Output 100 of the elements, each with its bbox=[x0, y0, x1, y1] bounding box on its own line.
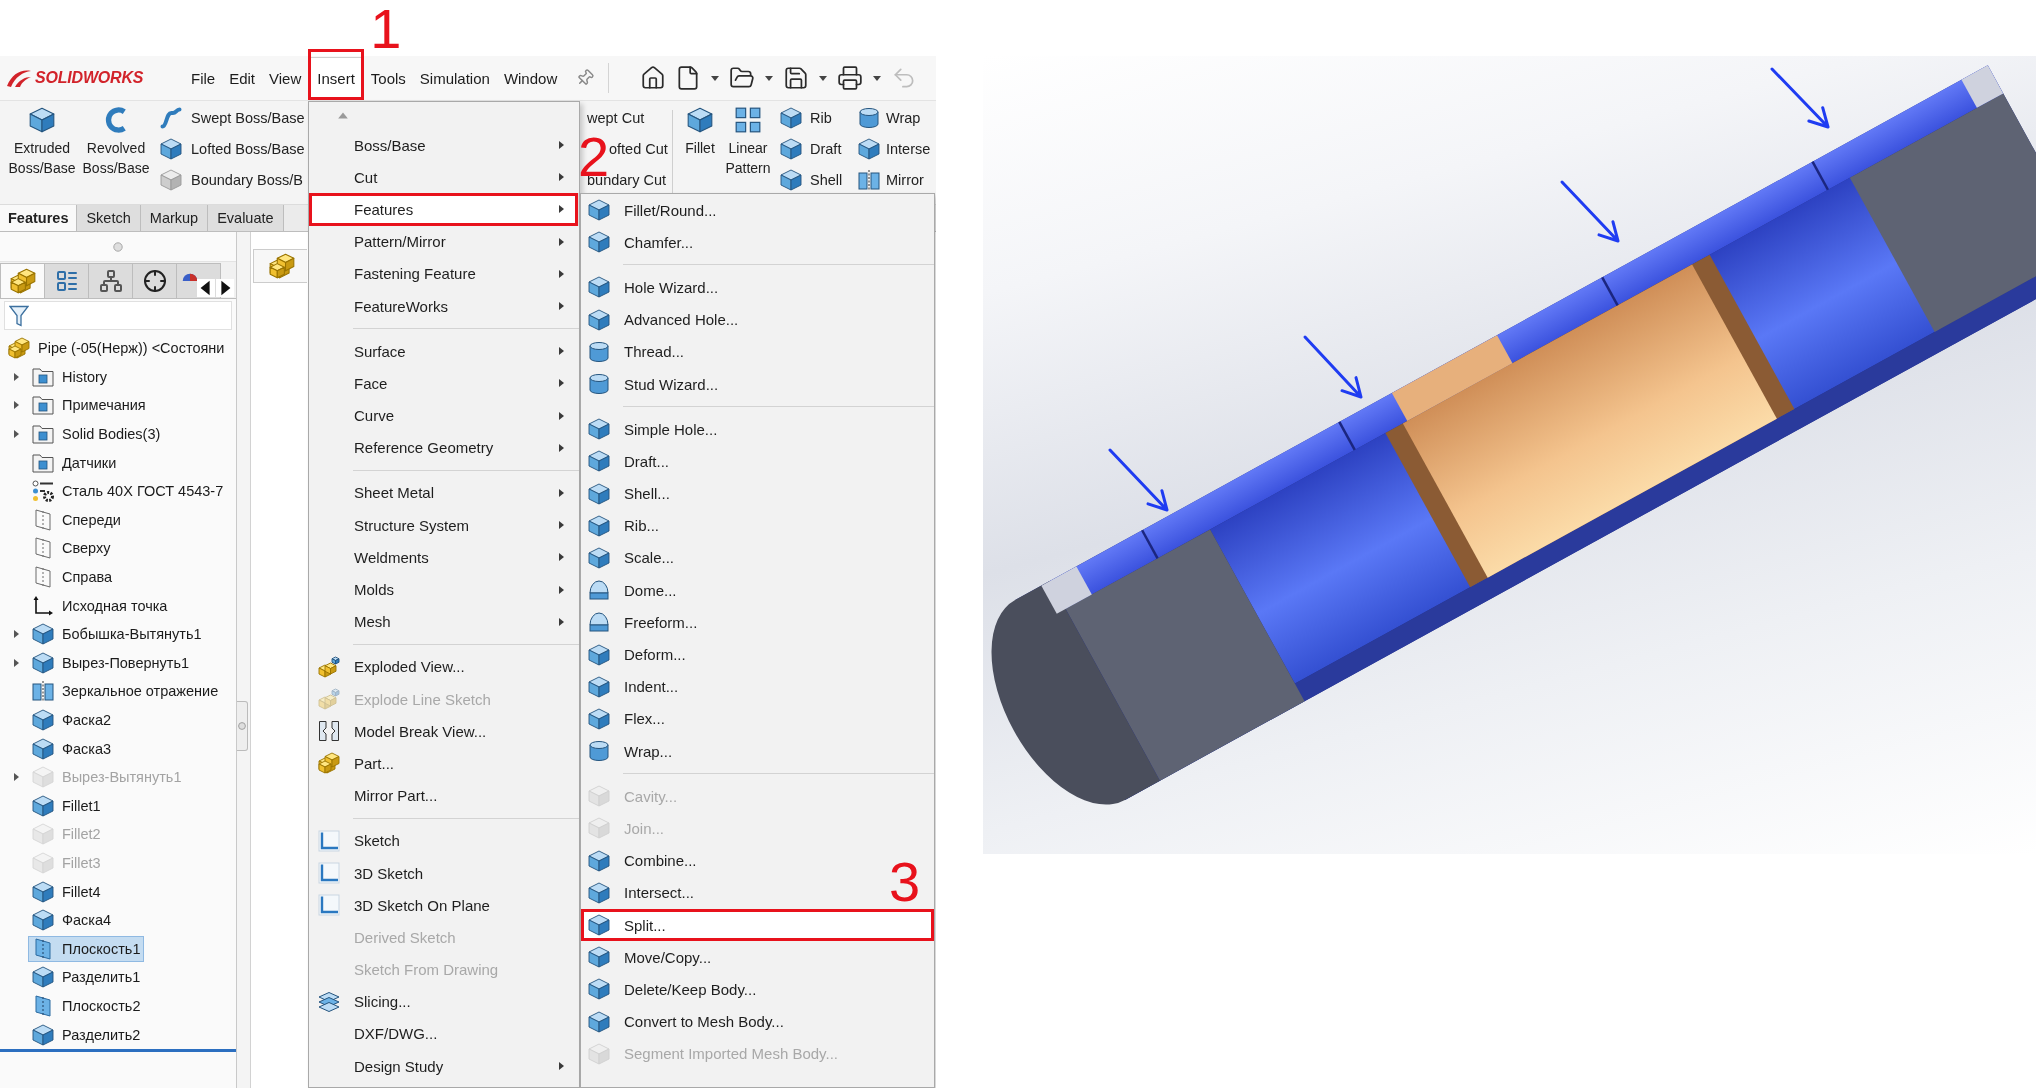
tree-item[interactable]: Зеркальное отражение bbox=[28, 678, 223, 705]
menu-item[interactable]: Thread... bbox=[581, 335, 698, 368]
tree-item[interactable]: Датчики bbox=[28, 449, 121, 476]
menu-item[interactable]: Dome... bbox=[581, 574, 690, 607]
expand-arrow-icon[interactable] bbox=[11, 371, 21, 382]
tree-item[interactable]: Фаска3 bbox=[28, 735, 116, 762]
menu-item[interactable]: Deform... bbox=[581, 638, 699, 671]
expand-arrow-icon[interactable] bbox=[11, 629, 21, 640]
command-tab[interactable]: Features bbox=[0, 205, 78, 231]
tree-item[interactable]: Фаска2 bbox=[28, 707, 116, 733]
menu-item[interactable]: Slicing... bbox=[309, 985, 424, 1018]
menu-item[interactable]: Wrap... bbox=[581, 735, 686, 768]
tree-item[interactable]: Вырез-Повернуть1 bbox=[28, 649, 194, 676]
menu-item[interactable]: Chamfer... bbox=[581, 226, 707, 259]
caret-icon[interactable] bbox=[818, 73, 829, 83]
menu-bar-item[interactable]: Tools bbox=[363, 56, 413, 100]
submenu-arrow-icon[interactable] bbox=[556, 1061, 566, 1072]
menu-bar-item[interactable]: View bbox=[262, 56, 309, 100]
menu-item[interactable]: Rib... bbox=[581, 509, 672, 542]
ribbon-button[interactable]: Revolved Boss/Base bbox=[78, 101, 154, 180]
tree-item[interactable]: Fillet4 bbox=[28, 878, 105, 905]
menu-item[interactable]: Combine... bbox=[581, 844, 710, 877]
ribbon-button[interactable]: Draft bbox=[780, 135, 842, 163]
menu-bar-item[interactable]: File bbox=[184, 56, 223, 100]
menu-item[interactable]: Simple Hole... bbox=[581, 413, 731, 446]
menu-item[interactable]: Mirror Part... bbox=[309, 779, 451, 812]
menu-item[interactable]: Fastening Feature bbox=[309, 257, 579, 290]
menu-item[interactable]: Sketch bbox=[309, 824, 413, 857]
submenu-arrow-icon[interactable] bbox=[556, 204, 566, 215]
menu-item[interactable]: Structure System bbox=[309, 509, 579, 542]
submenu-arrow-icon[interactable] bbox=[556, 140, 566, 151]
tree-item[interactable]: Спереди bbox=[28, 506, 125, 533]
menu-item[interactable]: Intersect... bbox=[581, 876, 708, 909]
ribbon-button[interactable]: Swept Boss/Base bbox=[160, 104, 305, 132]
submenu-arrow-icon[interactable] bbox=[556, 346, 566, 357]
menu-item[interactable]: Cut bbox=[309, 161, 579, 194]
ribbon-button[interactable]: Wrap bbox=[858, 104, 921, 132]
submenu-arrow-icon[interactable] bbox=[556, 172, 566, 183]
menu-item[interactable]: Mesh bbox=[309, 605, 579, 638]
tree-item[interactable]: Исходная точка bbox=[28, 592, 172, 619]
ribbon-button[interactable]: Fillet bbox=[681, 101, 719, 160]
submenu-arrow-icon[interactable] bbox=[556, 616, 566, 627]
ribbon-button[interactable]: Rib bbox=[780, 104, 832, 132]
submenu-arrow-icon[interactable] bbox=[556, 301, 566, 312]
menu-item[interactable]: Sheet Metal bbox=[309, 476, 579, 510]
menu-item[interactable]: FeatureWorks bbox=[309, 289, 579, 323]
menu-item[interactable]: Freeform... bbox=[581, 606, 711, 639]
caret-left-icon[interactable] bbox=[197, 279, 215, 297]
tree-item[interactable]: Pipe (-05(Нерж)) <Состояни bbox=[4, 335, 229, 362]
tree-item[interactable]: Справа bbox=[28, 564, 117, 591]
submenu-arrow-icon[interactable] bbox=[556, 487, 566, 498]
menu-item[interactable]: Hole Wizard... bbox=[581, 271, 732, 304]
ribbon-button[interactable]: Interse bbox=[858, 135, 931, 163]
menu-item[interactable]: Face bbox=[309, 367, 579, 400]
menu-item[interactable]: Stud Wizard... bbox=[581, 367, 732, 401]
expand-arrow-icon[interactable] bbox=[11, 429, 21, 440]
save-icon[interactable] bbox=[783, 65, 810, 91]
submenu-arrow-icon[interactable] bbox=[556, 378, 566, 389]
menu-item[interactable]: Surface bbox=[309, 335, 579, 368]
tree-item[interactable]: Бобышка-Вытянуть1 bbox=[28, 621, 206, 648]
command-tab[interactable]: Markup bbox=[140, 205, 209, 231]
panel-handle[interactable] bbox=[237, 701, 248, 751]
menu-item[interactable]: Indent... bbox=[581, 670, 692, 703]
command-tab[interactable]: Sketch bbox=[77, 205, 141, 231]
submenu-arrow-icon[interactable] bbox=[556, 236, 566, 247]
filter-field[interactable] bbox=[4, 301, 232, 330]
ribbon-button[interactable]: Mirror bbox=[858, 166, 924, 194]
tree-item[interactable]: Сверху bbox=[28, 535, 115, 562]
filter-icon[interactable] bbox=[9, 304, 29, 327]
caret-icon[interactable] bbox=[764, 73, 775, 83]
tree-item[interactable]: Плоскость2 bbox=[28, 992, 145, 1019]
printer-icon[interactable] bbox=[837, 65, 864, 91]
expand-arrow-icon[interactable] bbox=[11, 400, 21, 411]
caret-right-icon[interactable] bbox=[216, 279, 234, 297]
menu-item[interactable]: Molds bbox=[309, 573, 579, 606]
submenu-arrow-icon[interactable] bbox=[556, 584, 566, 595]
home-icon[interactable] bbox=[640, 65, 667, 91]
ribbon-button[interactable]: Shell bbox=[780, 166, 843, 194]
tree-item[interactable]: Сталь 40Х ГОСТ 4543-7 bbox=[28, 478, 228, 505]
submenu-arrow-icon[interactable] bbox=[556, 268, 566, 279]
tree-item[interactable]: Fillet1 bbox=[28, 792, 105, 819]
command-tab[interactable]: Evaluate bbox=[208, 205, 284, 231]
menu-item[interactable]: Shell... bbox=[581, 477, 683, 510]
expand-arrow-icon[interactable] bbox=[11, 657, 21, 668]
menu-item[interactable]: Curve bbox=[309, 399, 579, 432]
folder-icon[interactable] bbox=[729, 65, 756, 91]
menu-item[interactable]: Convert to Mesh Body... bbox=[581, 1005, 797, 1038]
menu-item[interactable]: Exploded View... bbox=[309, 650, 478, 683]
menu-item[interactable]: 3D Sketch bbox=[309, 856, 437, 890]
menu-item[interactable]: Reference Geometry bbox=[309, 431, 579, 464]
tree-item[interactable]: Разделить2 bbox=[28, 1021, 145, 1048]
menu-item[interactable]: Flex... bbox=[581, 702, 678, 735]
breadcrumb-bar[interactable] bbox=[253, 249, 307, 283]
tree-item[interactable]: Разделить1 bbox=[28, 964, 145, 991]
menu-bar-item[interactable]: Edit bbox=[222, 56, 263, 100]
submenu-arrow-icon[interactable] bbox=[556, 520, 566, 531]
submenu-arrow-icon[interactable] bbox=[556, 442, 566, 453]
menu-item[interactable]: Advanced Hole... bbox=[581, 303, 752, 336]
menu-bar-item[interactable]: Simulation bbox=[412, 56, 497, 100]
menu-item[interactable]: Draft... bbox=[581, 445, 682, 478]
